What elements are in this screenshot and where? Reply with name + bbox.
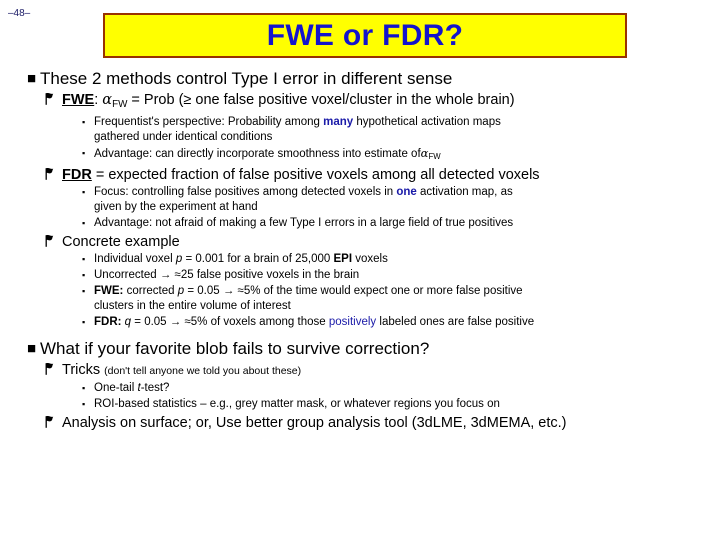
- bullet-favorite-blob: ■ What if your favorite blob fails to su…: [0, 339, 720, 359]
- example-fdr-text-a: = 0.05 → ≈5% of voxels among those: [134, 315, 326, 328]
- flag-marker-icon: [44, 362, 55, 376]
- epi-label: EPI: [333, 252, 353, 265]
- trick-one-tail-text-b: -test?: [140, 381, 170, 394]
- flag-marker-glyph: [45, 167, 54, 180]
- bullet-dot-icon: ■: [27, 70, 37, 87]
- example-fwe-text-a: corrected: [126, 284, 175, 297]
- square-bullet-icon: ▪: [82, 217, 86, 228]
- roi-label: ROI: [94, 397, 115, 410]
- bullet-analysis-surface: Analysis on surface; or, Use better grou…: [0, 414, 720, 432]
- example-fwe-text-b: = 0.05 → ≈5% of the time would expect on…: [187, 284, 523, 297]
- flag-marker-icon: [44, 234, 55, 248]
- bullet-favorite-blob-label: What if your favorite blob fails to surv…: [40, 338, 430, 358]
- flag-marker-glyph: [45, 415, 54, 428]
- fwe-colon: :: [94, 92, 99, 108]
- page-number: –48–: [8, 8, 31, 19]
- flag-marker-glyph: [45, 362, 54, 375]
- q-value-symbol: q: [124, 315, 132, 328]
- fdr-focus-item: ▪ Focus: controlling false positives amo…: [0, 185, 720, 215]
- fwe-frequentist-text-line2: gathered under identical conditions: [94, 130, 273, 143]
- trick-one-tail-text-a: One-tail: [94, 381, 135, 394]
- p-value-symbol: p: [175, 252, 183, 265]
- trick-roi: ▪ ROI-based statistics – e.g., grey matt…: [0, 397, 720, 412]
- fwe-definition: = Prob (≥ one false positive voxel/clust…: [131, 92, 515, 108]
- analysis-surface-label: Analysis on surface; or, Use better grou…: [62, 414, 567, 431]
- square-bullet-icon: ▪: [82, 382, 86, 393]
- alpha-symbol: α: [102, 92, 113, 108]
- fdr-definition: = expected fraction of false positive vo…: [95, 166, 540, 183]
- bullet-methods-control: ■ These 2 methods control Type I error i…: [0, 69, 720, 89]
- fwe-frequentist-text-a: Frequentist's perspective: Probability a…: [94, 115, 320, 128]
- alpha-subscript: FW: [112, 98, 128, 110]
- fdr-focus-text-line2: given by the experiment at hand: [94, 200, 258, 213]
- example-voxel-text-c: voxels: [355, 252, 388, 265]
- example-fdr: ▪ FDR: q = 0.05 → ≈5% of voxels among th…: [0, 315, 720, 330]
- bullet-tricks: Tricks (don't tell anyone we told you ab…: [0, 361, 720, 380]
- flag-marker-icon: [44, 92, 55, 106]
- square-bullet-icon: ▪: [82, 253, 86, 264]
- fdr-label: FDR: [62, 166, 92, 183]
- bullet-methods-control-label: These 2 methods control Type I error in …: [40, 69, 453, 88]
- example-uncorrected-text: Uncorrected → ≈25 false positive voxels …: [94, 268, 360, 281]
- alpha-subscript: FW: [428, 151, 441, 161]
- bullet-fdr: FDR = expected fraction of false positiv…: [0, 166, 720, 184]
- trick-one-tail: ▪ One-tail t-test?: [0, 381, 720, 396]
- square-bullet-icon: ▪: [82, 269, 86, 280]
- emphasis-positively: positively: [328, 315, 377, 328]
- trick-roi-text: -based statistics – e.g., grey matter ma…: [114, 397, 500, 410]
- bullet-fwe: FWE: αFW = Prob (≥ one false positive vo…: [0, 91, 720, 114]
- fwe-advantage-item: ▪ Advantage: can directly incorporate sm…: [0, 146, 720, 164]
- example-uncorrected: ▪ Uncorrected → ≈25 false positive voxel…: [0, 268, 720, 283]
- emphasis-many: many: [323, 115, 354, 128]
- example-fwe-text-line2: clusters in the entire volume of interes…: [94, 299, 291, 312]
- concrete-example-label: Concrete example: [62, 233, 180, 250]
- square-bullet-icon: ▪: [82, 116, 86, 127]
- example-fdr-text-b: labeled ones are false positive: [379, 315, 535, 328]
- slide-content: ■ These 2 methods control Type I error i…: [0, 66, 720, 432]
- fwe-advantage-text: Advantage: can directly incorporate smoo…: [94, 147, 421, 160]
- flag-marker-glyph: [45, 234, 54, 247]
- example-fdr-label: FDR:: [94, 315, 122, 328]
- fdr-focus-text-a: Focus: controlling false positives among…: [94, 185, 394, 198]
- square-bullet-icon: ▪: [82, 147, 86, 158]
- tricks-note: (don't tell anyone we told you about the…: [104, 364, 302, 377]
- p-value-symbol: p: [177, 284, 185, 297]
- square-bullet-icon: ▪: [82, 285, 86, 296]
- example-voxel-text-a: Individual voxel: [94, 252, 173, 265]
- example-fwe-label: FWE:: [94, 284, 124, 297]
- fdr-focus-text-b: activation map, as: [420, 185, 513, 198]
- slide-title-box: FWE or FDR?: [103, 13, 627, 58]
- tricks-label: Tricks: [62, 361, 101, 378]
- fwe-frequentist-item: ▪ Frequentist's perspective: Probability…: [0, 115, 720, 145]
- fdr-advantage-item: ▪ Advantage: not afraid of making a few …: [0, 216, 720, 231]
- square-bullet-icon: ▪: [82, 398, 86, 409]
- fwe-frequentist-text-b: hypothetical activation maps: [356, 115, 501, 128]
- fdr-advantage-text: Advantage: not afraid of making a few Ty…: [94, 216, 514, 229]
- example-voxel-text-b: = 0.001 for a brain of 25,000: [185, 252, 331, 265]
- flag-marker-icon: [44, 167, 55, 181]
- example-individual-voxel: ▪ Individual voxel p = 0.001 for a brain…: [0, 252, 720, 267]
- page-title: FWE or FDR?: [266, 18, 464, 52]
- square-bullet-icon: ▪: [82, 186, 86, 197]
- fwe-label: FWE: [62, 92, 95, 108]
- bullet-concrete-example: Concrete example: [0, 233, 720, 251]
- flag-marker-glyph: [45, 92, 54, 105]
- emphasis-one: one: [396, 185, 417, 198]
- flag-marker-icon: [44, 415, 55, 429]
- bullet-dot-icon: ■: [27, 339, 37, 357]
- example-fwe: ▪ FWE: corrected p = 0.05 → ≈5% of the t…: [0, 284, 720, 314]
- square-bullet-icon: ▪: [82, 316, 86, 327]
